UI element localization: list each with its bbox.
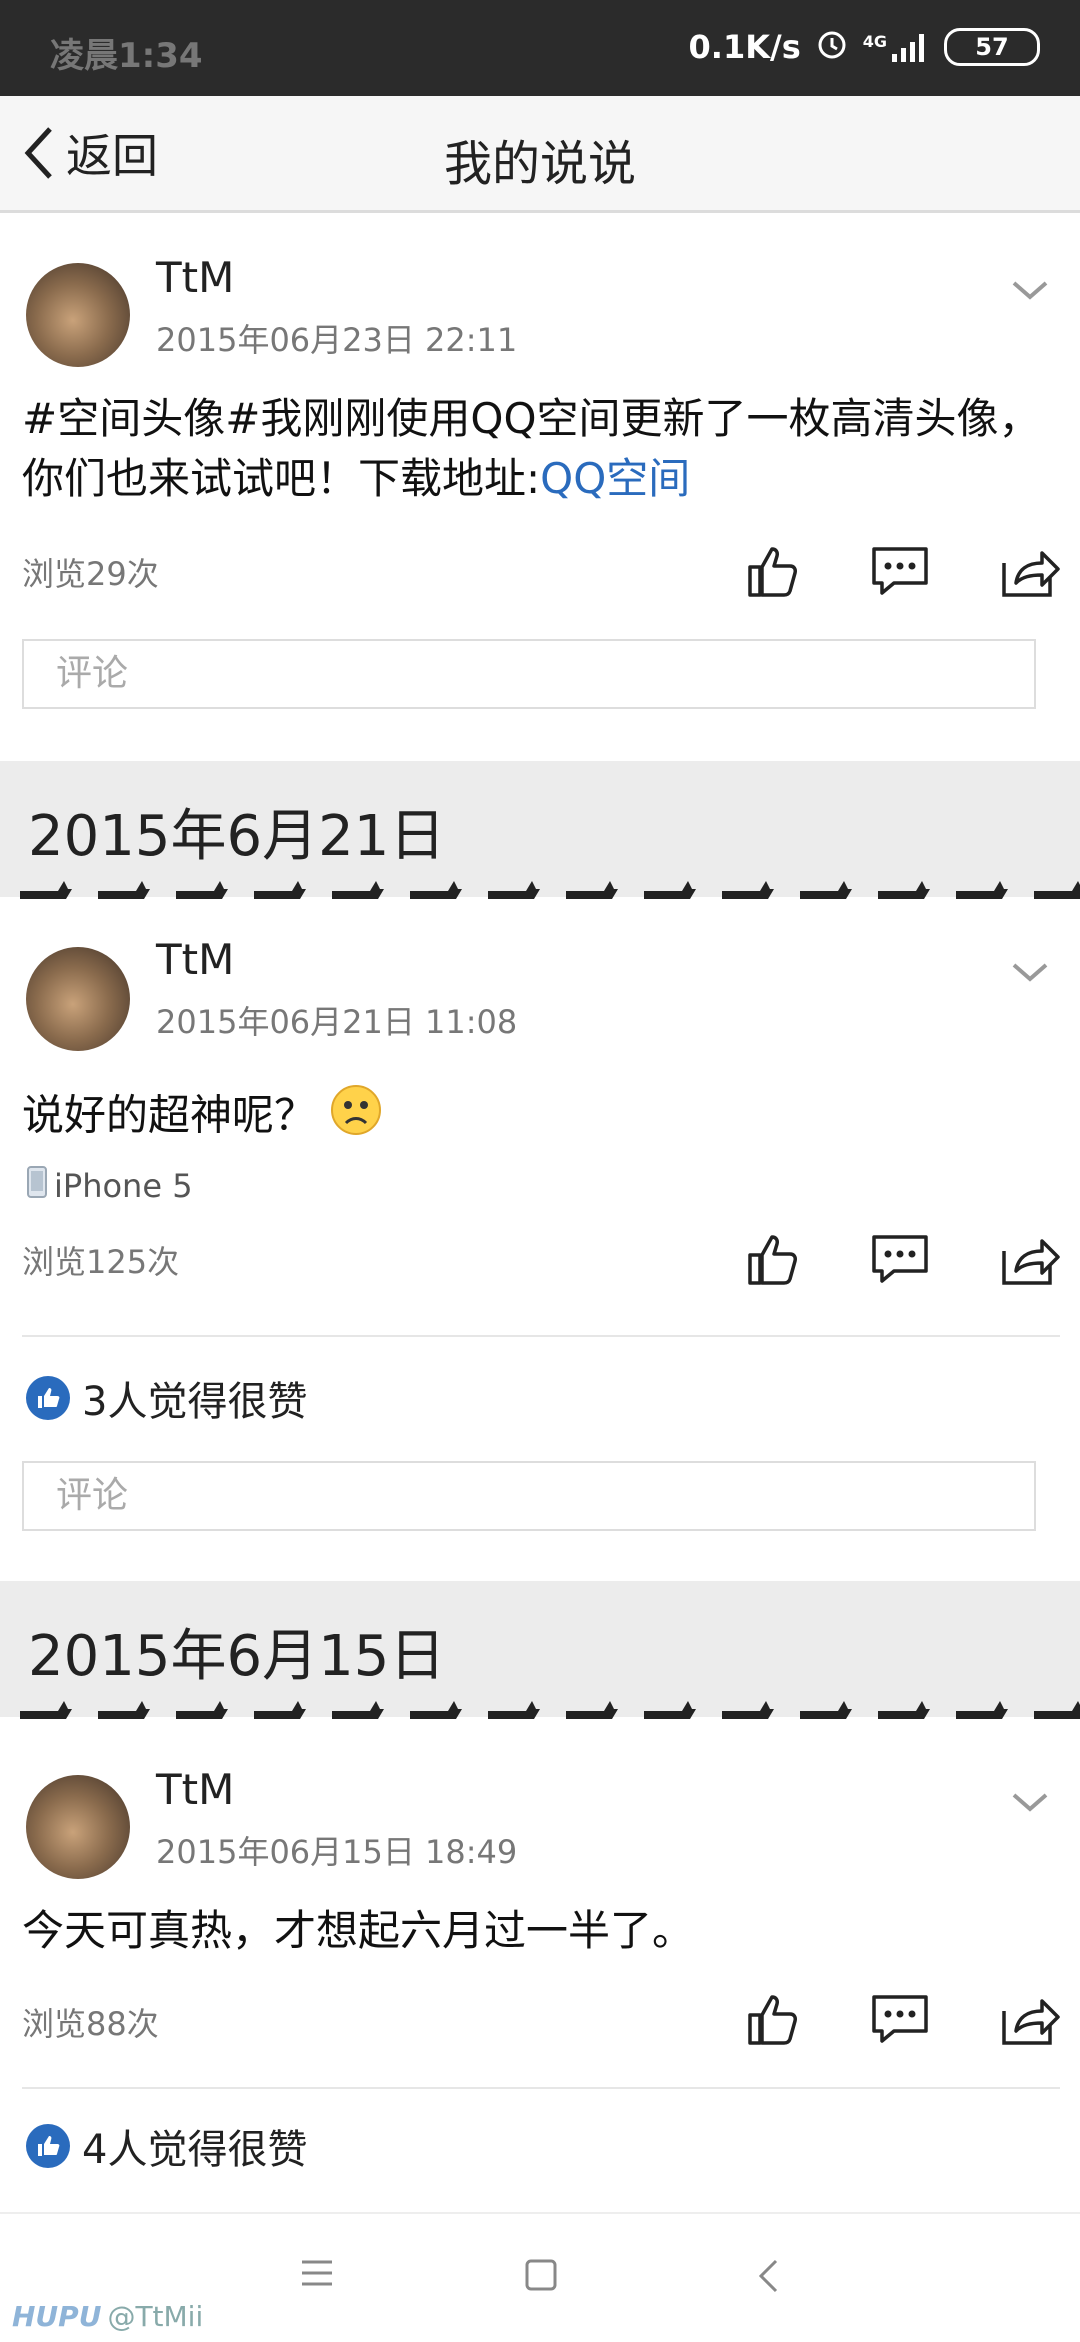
device-name: iPhone 5 xyxy=(54,1167,193,1205)
post-card-3: TtM 2015年06月15日 18:49 今天可真热，才想起六月过一半了。 浏… xyxy=(0,1721,1080,2212)
post-text: 今天可真热，才想起六月过一半了。 xyxy=(22,1906,695,1955)
date-banner-label: 2015年6月15日 xyxy=(28,1624,446,1689)
watermark-brand: HUPU xyxy=(12,2300,102,2333)
status-right: 0.1K/s 4G 57 xyxy=(689,26,1040,68)
share-icon[interactable] xyxy=(1000,1991,1060,2047)
status-bar: 凌晨1:34 0.1K/s 4G 57 xyxy=(0,0,1080,96)
signal-label: 4G xyxy=(862,32,887,51)
comment-icon[interactable] xyxy=(870,1231,930,1287)
post-card-1: TtM 2015年06月23日 22:11 #空间头像#我刚刚使用QQ空间更新了… xyxy=(0,213,1080,761)
post-author[interactable]: TtM xyxy=(156,253,234,302)
share-icon[interactable] xyxy=(1000,543,1060,599)
cat-border-icon xyxy=(0,881,1080,901)
avatar[interactable] xyxy=(26,263,130,367)
likes-summary[interactable]: 3人觉得很赞 xyxy=(26,1369,307,1427)
post-actions xyxy=(744,1991,1060,2047)
comment-input[interactable]: 评论 xyxy=(22,639,1036,709)
chevron-down-icon[interactable] xyxy=(1010,1791,1050,1819)
sad-emoji-icon xyxy=(329,1083,383,1153)
chevron-down-icon[interactable] xyxy=(1010,961,1050,989)
device-info: iPhone 5 xyxy=(26,1165,193,1207)
network-speed: 0.1K/s xyxy=(688,28,801,66)
avatar[interactable] xyxy=(26,947,130,1051)
post-card-2: TtM 2015年06月21日 11:08 说好的超神呢？ iPhone 5 浏… xyxy=(0,901,1080,1581)
back-icon xyxy=(758,2259,778,2293)
menu-icon xyxy=(302,2260,332,2286)
watermark-user: @TtMii xyxy=(107,2300,204,2333)
avatar[interactable] xyxy=(26,1775,130,1879)
view-count: 浏览29次 xyxy=(22,555,159,593)
signal-icon: 4G xyxy=(863,32,930,62)
back-nav-button[interactable] xyxy=(756,2258,780,2298)
comment-icon[interactable] xyxy=(870,543,930,599)
post-author[interactable]: TtM xyxy=(156,935,234,984)
post-link[interactable]: QQ空间 xyxy=(540,454,690,503)
view-count: 浏览125次 xyxy=(22,1243,180,1281)
likes-label: 3人觉得很赞 xyxy=(82,1379,308,1425)
phone-icon xyxy=(26,1165,48,1207)
date-banner: 2015年6月21日 xyxy=(0,761,1080,901)
status-time: 凌晨1:34 xyxy=(50,36,203,76)
like-icon[interactable] xyxy=(744,1231,800,1287)
post-time: 2015年06月23日 22:11 xyxy=(156,321,518,359)
likes-summary[interactable]: 4人觉得很赞 xyxy=(26,2117,307,2175)
home-icon xyxy=(525,2259,557,2291)
battery-indicator: 57 xyxy=(944,28,1040,66)
share-icon[interactable] xyxy=(1000,1231,1060,1287)
post-time: 2015年06月21日 11:08 xyxy=(156,1003,518,1041)
page-title: 我的说说 xyxy=(443,136,636,192)
like-icon[interactable] xyxy=(744,543,800,599)
post-text: #空间头像#我刚刚使用QQ空间更新了一枚高清头像，你们也来试试吧！下载地址:QQ… xyxy=(22,389,1056,509)
watermark: HUPU @TtMii xyxy=(12,2300,203,2333)
like-badge-icon xyxy=(26,1376,70,1420)
comment-input[interactable]: 评论 xyxy=(22,1461,1036,1531)
nav-bar: 返回 我的说说 xyxy=(0,96,1080,213)
divider xyxy=(22,2087,1060,2089)
cat-border-icon xyxy=(0,1701,1080,1721)
post-actions xyxy=(744,1231,1060,1287)
date-banner: 2015年6月15日 xyxy=(0,1581,1080,1721)
divider xyxy=(22,1335,1060,1337)
post-actions xyxy=(744,543,1060,599)
like-icon[interactable] xyxy=(744,1991,800,2047)
view-count: 浏览88次 xyxy=(22,2005,159,2043)
likes-label: 4人觉得很赞 xyxy=(82,2127,308,2173)
chevron-down-icon[interactable] xyxy=(1010,279,1050,307)
menu-button[interactable] xyxy=(300,2258,334,2292)
date-banner-label: 2015年6月21日 xyxy=(28,804,446,869)
post-text-body: #空间头像#我刚刚使用QQ空间更新了一枚高清头像，你们也来试试吧！下载地址: xyxy=(22,394,1041,503)
comment-icon[interactable] xyxy=(870,1991,930,2047)
post-text: 说好的超神呢？ xyxy=(22,1083,1056,1153)
post-author[interactable]: TtM xyxy=(156,1765,234,1814)
post-time: 2015年06月15日 18:49 xyxy=(156,1833,518,1871)
like-badge-icon xyxy=(26,2124,70,2168)
alarm-icon xyxy=(815,26,849,68)
post-text-body: 说好的超神呢？ xyxy=(22,1090,317,1140)
home-button[interactable] xyxy=(524,2258,558,2296)
